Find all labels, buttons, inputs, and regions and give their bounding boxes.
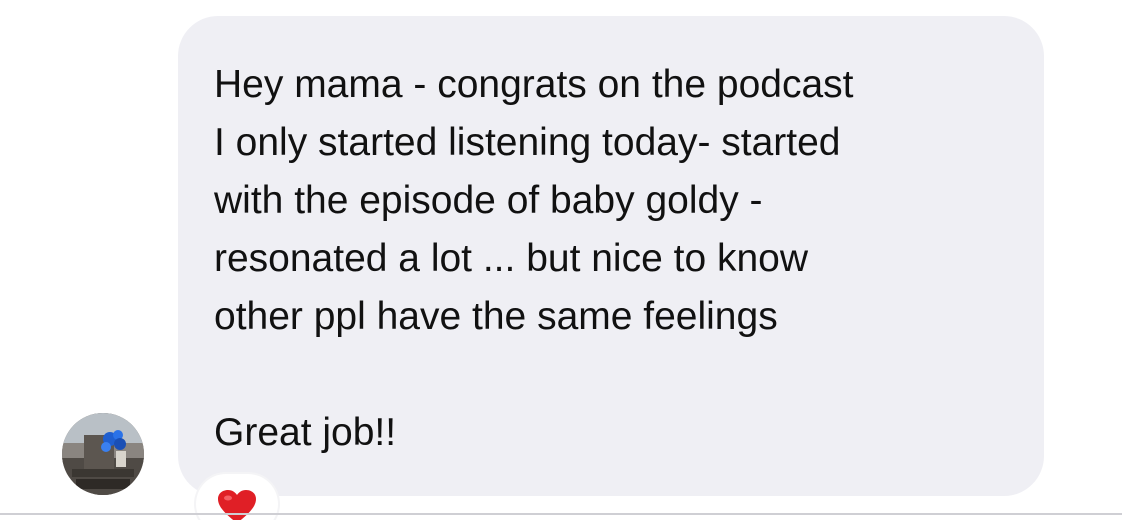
message-line: resonated a lot ... but nice to know	[214, 237, 809, 280]
message-line: with the episode of baby goldy -	[214, 179, 763, 222]
message-thread: Hey mama - congrats on the podcast I onl…	[0, 0, 1122, 520]
sender-avatar[interactable]	[62, 413, 144, 495]
message-line: I only started listening today- started	[214, 121, 841, 164]
message-line: Great job!!	[214, 411, 397, 454]
message-line: other ppl have the same feelings	[214, 295, 778, 338]
red-heart-icon	[218, 490, 256, 520]
avatar-photo-icon	[62, 413, 144, 495]
message-bubble[interactable]: Hey mama - congrats on the podcast I onl…	[178, 16, 1044, 496]
bottom-divider	[0, 513, 1122, 515]
message-line: Hey mama - congrats on the podcast	[214, 63, 854, 106]
